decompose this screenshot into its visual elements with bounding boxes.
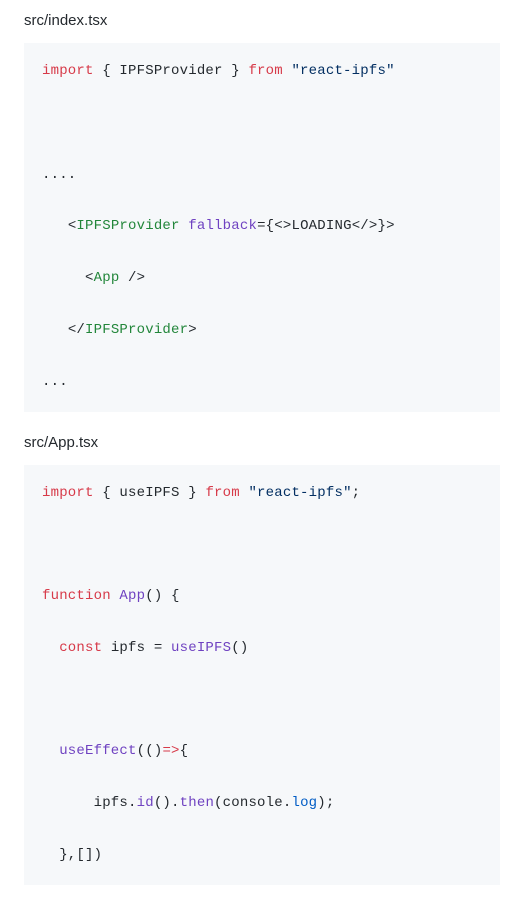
document-body: src/index.tsx import { IPFSProvider } fr… <box>0 0 524 885</box>
code-line: },[]) <box>42 843 482 869</box>
file-label-2: src/App.tsx <box>24 434 500 451</box>
code-line: </IPFSProvider> <box>42 318 482 344</box>
code-line: useEffect(()=>{ <box>42 739 482 765</box>
code-line: ipfs.id().then(console.log); <box>42 791 482 817</box>
file-label-1: src/index.tsx <box>24 12 500 29</box>
code-line: import { IPFSProvider } from "react-ipfs… <box>42 59 482 85</box>
code-line <box>42 111 482 137</box>
code-line <box>42 532 482 558</box>
code-line: import { useIPFS } from "react-ipfs"; <box>42 481 482 507</box>
code-line <box>42 688 482 714</box>
code-line: const ipfs = useIPFS() <box>42 636 482 662</box>
code-line: ... <box>42 370 482 396</box>
code-block-1: import { IPFSProvider } from "react-ipfs… <box>24 43 500 412</box>
code-line: <IPFSProvider fallback={<>LOADING</>}> <box>42 214 482 240</box>
code-block-2: import { useIPFS } from "react-ipfs"; fu… <box>24 465 500 885</box>
code-line: function App() { <box>42 584 482 610</box>
code-line: <App /> <box>42 266 482 292</box>
code-line: .... <box>42 163 482 189</box>
